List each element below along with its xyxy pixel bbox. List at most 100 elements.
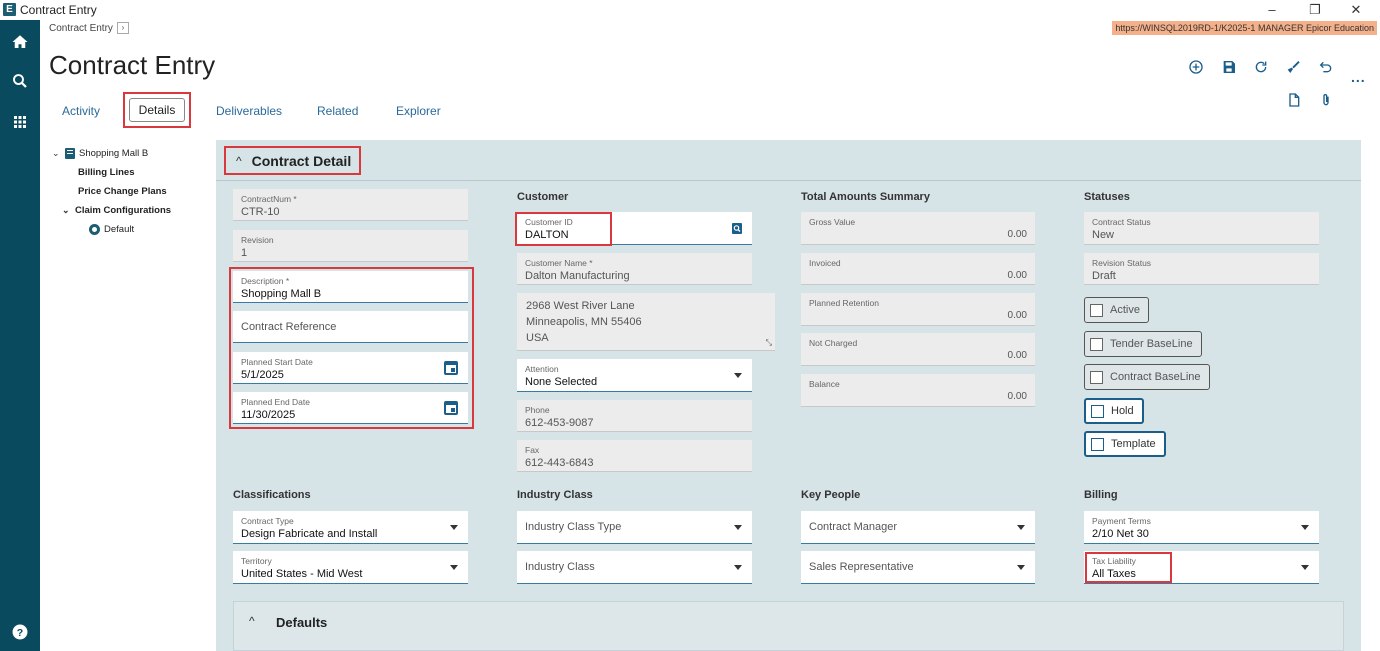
- add-new-icon[interactable]: [1186, 57, 1206, 77]
- contract-manager-dropdown[interactable]: Contract Manager: [801, 511, 1035, 544]
- section-header: ^ Contract Detail: [216, 140, 1361, 181]
- contract-detail-panel: ^ Contract Detail ContractNum * CTR-10 R…: [216, 140, 1361, 651]
- payment-terms-value[interactable]: 2/10 Net 30: [1092, 528, 1149, 540]
- customer-search-icon[interactable]: [731, 222, 743, 235]
- revision-field: Revision 1: [233, 230, 468, 262]
- checkbox-square[interactable]: [1091, 404, 1104, 418]
- undo-icon[interactable]: [1316, 57, 1336, 77]
- contract-baseline-checkbox[interactable]: Contract BaseLine: [1084, 364, 1210, 390]
- sales-representative-dropdown[interactable]: Sales Representative: [801, 551, 1035, 584]
- minimize-button[interactable]: –: [1257, 1, 1287, 19]
- tax-liability-value[interactable]: All Taxes: [1092, 568, 1136, 580]
- checkbox-square[interactable]: [1091, 437, 1104, 451]
- tab-explorer[interactable]: Explorer: [396, 104, 441, 118]
- sales-representative-placeholder: Sales Representative: [809, 561, 914, 573]
- chevron-down-icon[interactable]: [734, 565, 742, 570]
- calendar-icon[interactable]: [444, 360, 458, 375]
- tree-item-price-change-plans[interactable]: Price Change Plans: [78, 186, 167, 197]
- search-icon[interactable]: [0, 66, 40, 96]
- attention-dropdown[interactable]: Attention None Selected: [517, 359, 752, 392]
- template-checkbox[interactable]: Template: [1084, 431, 1166, 457]
- chevron-down-icon[interactable]: [734, 525, 742, 530]
- contract-type-value[interactable]: Design Fabricate and Install: [241, 528, 377, 540]
- clear-brush-icon[interactable]: [1283, 57, 1303, 77]
- classifications-heading: Classifications: [233, 489, 311, 501]
- active-checkbox[interactable]: Active: [1084, 297, 1149, 323]
- chevron-down-icon[interactable]: [450, 565, 458, 570]
- contract-baseline-label: Contract BaseLine: [1110, 371, 1201, 383]
- end-date-value[interactable]: 11/30/2025: [241, 409, 295, 421]
- customer-id-value[interactable]: DALTON: [525, 229, 569, 241]
- contract-type-dropdown[interactable]: Contract Type Design Fabricate and Insta…: [233, 511, 468, 544]
- tab-related[interactable]: Related: [317, 104, 358, 118]
- industry-class-type-dropdown[interactable]: Industry Class Type: [517, 511, 752, 544]
- close-button[interactable]: ✕: [1341, 1, 1371, 19]
- apps-grid-icon[interactable]: [0, 107, 40, 137]
- customer-name-label: Customer Name *: [525, 258, 593, 268]
- tree-item-billing-lines[interactable]: Billing Lines: [78, 167, 134, 178]
- tree-root[interactable]: ⌄ Shopping Mall B: [52, 148, 148, 159]
- chevron-down-icon[interactable]: [1301, 565, 1309, 570]
- active-label: Active: [1110, 304, 1140, 316]
- resize-handle-icon[interactable]: ⤡: [766, 338, 772, 348]
- industry-class-dropdown[interactable]: Industry Class: [517, 551, 752, 584]
- restore-button[interactable]: ❐: [1300, 1, 1330, 19]
- fax-value: 612-443-6843: [525, 457, 594, 469]
- save-icon[interactable]: [1219, 57, 1239, 77]
- left-rail: ?: [0, 20, 40, 651]
- attention-label: Attention: [525, 364, 559, 374]
- more-options-icon[interactable]: ...: [1351, 69, 1366, 85]
- checkbox-square[interactable]: [1090, 303, 1103, 317]
- statuses-heading: Statuses: [1084, 191, 1130, 203]
- fax-label: Fax: [525, 445, 540, 455]
- defaults-section[interactable]: ^ Defaults: [233, 601, 1344, 651]
- tax-liability-dropdown[interactable]: Tax Liability All Taxes: [1084, 551, 1319, 584]
- home-icon[interactable]: [0, 27, 40, 57]
- checkbox-square[interactable]: [1090, 370, 1103, 384]
- collapse-icon[interactable]: ^: [249, 614, 255, 628]
- planned-end-date-field[interactable]: Planned End Date 11/30/2025: [233, 392, 468, 424]
- tree-default-label: Default: [104, 224, 135, 235]
- checkbox-square[interactable]: [1090, 337, 1103, 351]
- attachment-icon[interactable]: [1316, 90, 1336, 110]
- chevron-down-icon[interactable]: [1301, 525, 1309, 530]
- tree-item-default[interactable]: Default: [89, 224, 134, 235]
- contract-reference-field[interactable]: Contract Reference: [233, 311, 468, 343]
- attention-value[interactable]: None Selected: [525, 376, 597, 388]
- territory-dropdown[interactable]: Territory United States - Mid West: [233, 551, 468, 584]
- planned-start-date-field[interactable]: Planned Start Date 5/1/2025: [233, 352, 468, 384]
- chevron-down-icon[interactable]: [1017, 525, 1025, 530]
- payment-terms-dropdown[interactable]: Payment Terms 2/10 Net 30: [1084, 511, 1319, 544]
- section-title: Contract Detail: [251, 152, 352, 169]
- description-value[interactable]: Shopping Mall B: [241, 288, 321, 300]
- revision-status-label: Revision Status: [1092, 258, 1152, 268]
- chevron-down-icon[interactable]: ⌄: [62, 205, 71, 216]
- territory-value[interactable]: United States - Mid West: [241, 568, 362, 580]
- tree-item-claim-configurations[interactable]: ⌄ Claim Configurations: [62, 205, 171, 216]
- collapse-icon[interactable]: ^: [236, 154, 242, 168]
- chevron-down-icon[interactable]: [1017, 565, 1025, 570]
- document-icon[interactable]: [1284, 90, 1304, 110]
- breadcrumb-label[interactable]: Contract Entry: [49, 23, 113, 34]
- refresh-icon[interactable]: [1251, 57, 1271, 77]
- start-date-value[interactable]: 5/1/2025: [241, 369, 284, 381]
- chevron-down-icon[interactable]: [450, 525, 458, 530]
- chevron-down-icon[interactable]: ⌄: [52, 148, 61, 159]
- invoiced-field: Invoiced 0.00: [801, 253, 1035, 285]
- help-icon[interactable]: ?: [0, 617, 40, 647]
- hold-checkbox[interactable]: Hold: [1084, 398, 1144, 424]
- customer-id-label: Customer ID: [525, 217, 573, 227]
- tab-deliverables[interactable]: Deliverables: [216, 104, 282, 118]
- tax-liability-label: Tax Liability: [1092, 556, 1136, 566]
- tender-baseline-checkbox[interactable]: Tender BaseLine: [1084, 331, 1202, 357]
- description-field[interactable]: Description * Shopping Mall B: [233, 271, 468, 303]
- tab-details[interactable]: Details: [129, 98, 185, 122]
- not-charged-value: 0.00: [1007, 350, 1027, 361]
- calendar-icon[interactable]: [444, 400, 458, 415]
- chevron-right-icon[interactable]: ›: [116, 22, 129, 34]
- chevron-down-icon[interactable]: [734, 373, 742, 378]
- tab-activity[interactable]: Activity: [62, 104, 100, 118]
- billing-heading: Billing: [1084, 489, 1118, 501]
- section-title-box[interactable]: ^ Contract Detail: [224, 146, 361, 175]
- customer-id-field[interactable]: Customer ID DALTON: [517, 212, 752, 245]
